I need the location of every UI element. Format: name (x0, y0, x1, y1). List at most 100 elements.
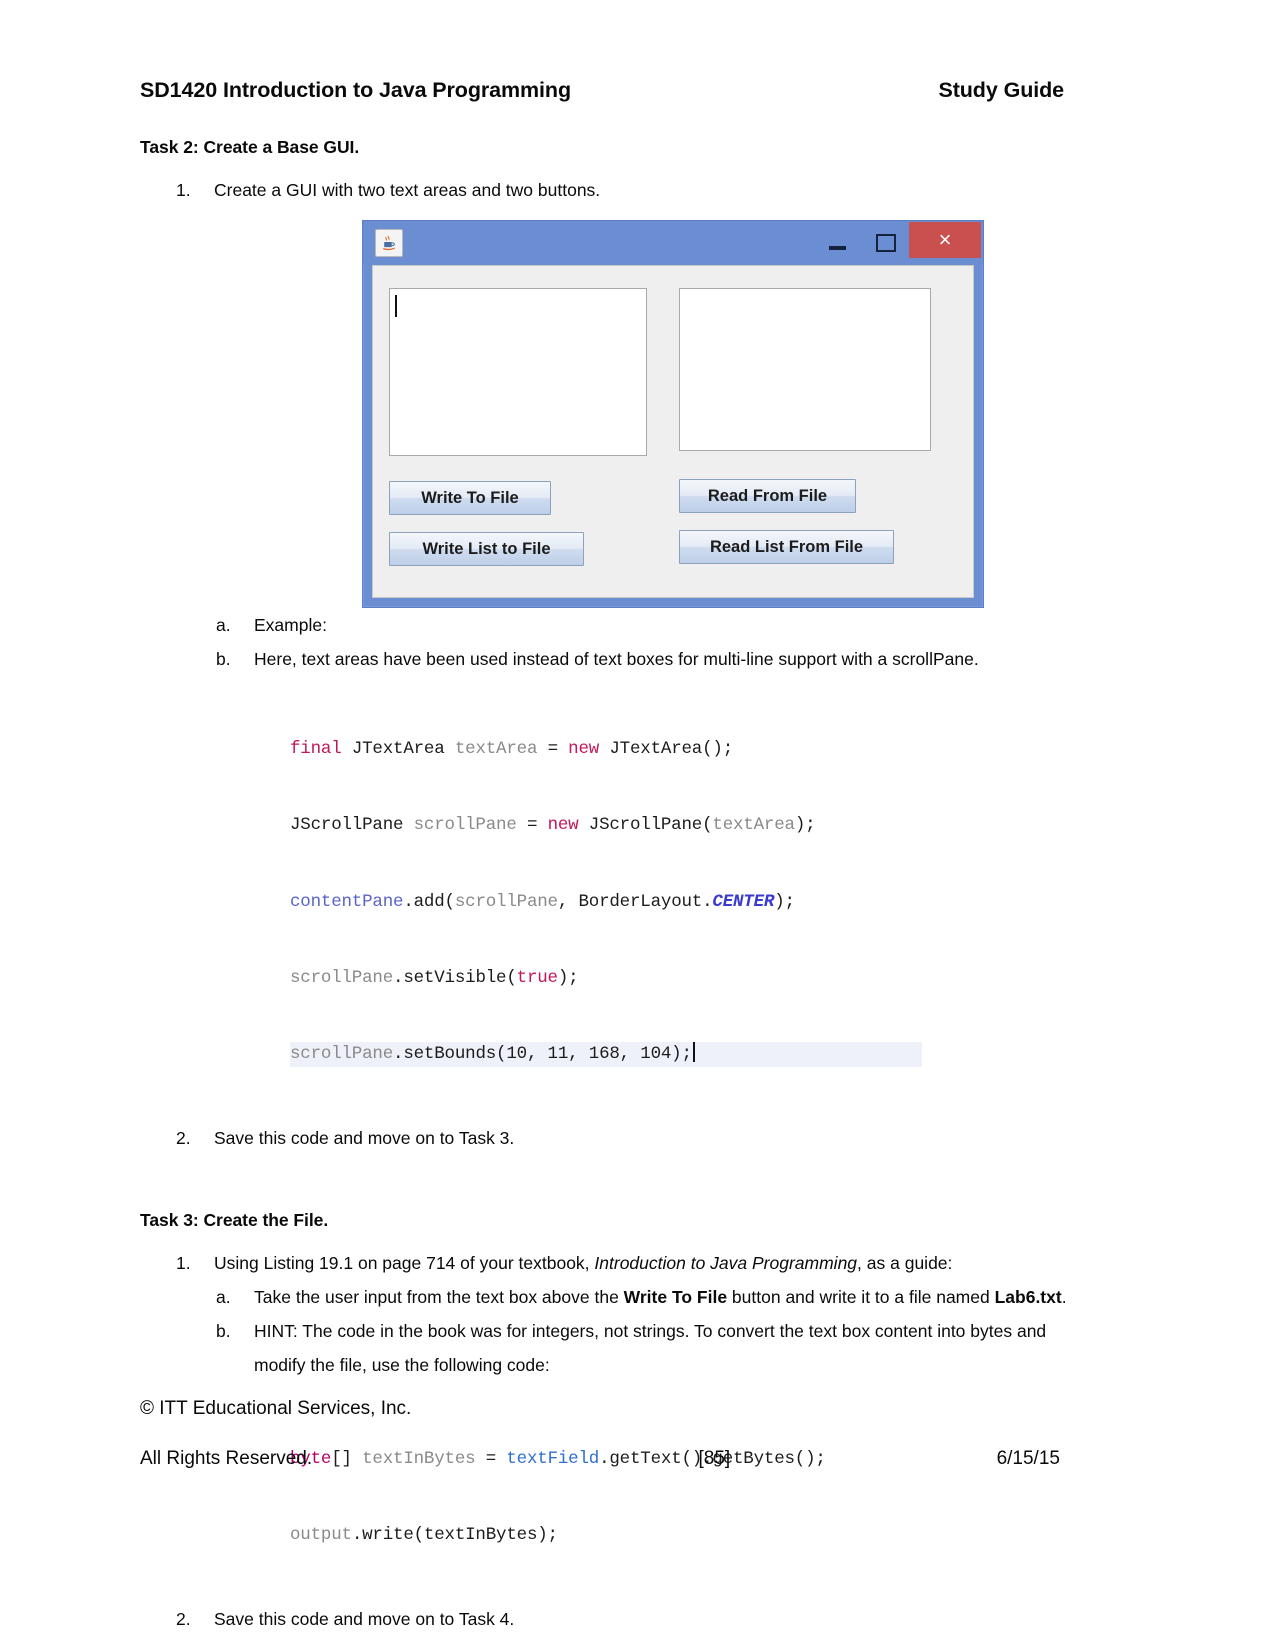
task2-sub-a-text: Example: (254, 615, 327, 636)
code-line-2-mid: JScrollPane( (578, 815, 713, 836)
code-line-4: scrollPane.setVisible(true); (290, 966, 1070, 991)
gui-screenshot-wrapper: × Write To File Write List to File Read … (362, 220, 984, 609)
code-line-5-rest: .setBounds(10, 11, 168, 104); (393, 1043, 692, 1064)
task2-sublist-wrapper: a. Example: b. Here, text areas have bee… (182, 608, 1070, 676)
list-marker: 1. (176, 180, 191, 200)
code-line-3-sep: , BorderLayout. (557, 891, 713, 912)
task3-item-1: 1. Using Listing 19.1 on page 714 of you… (140, 1249, 1070, 1277)
code-var-scrollpane: scrollPane (413, 815, 517, 836)
code-line-3-end: ); (774, 891, 795, 912)
task2-sub-a: a. Example: (182, 608, 1070, 642)
window-titlebar: × (363, 221, 983, 266)
left-text-area[interactable] (389, 288, 647, 457)
task2-list: 1. Create a GUI with two text areas and … (140, 176, 1070, 204)
code-block-scrollpane: final JTextArea textArea = new JTextArea… (290, 687, 1070, 1118)
code-line-3: contentPane.add(scrollPane, BorderLayout… (290, 890, 1070, 915)
code-line-2: JScrollPane scrollPane = new JScrollPane… (290, 813, 1070, 838)
read-list-from-file-button[interactable]: Read List From File (679, 530, 894, 565)
code-operator-eq: = (537, 739, 569, 760)
code-type-jscrollpane: JScrollPane (290, 815, 414, 836)
footer-date: 6/15/15 (996, 1448, 1060, 1469)
textbook-title: Introduction to Java Programming (594, 1253, 858, 1274)
task3-heading: Task 3: Create the File. (140, 1210, 329, 1231)
task3-item-1-pre: Using Listing 19.1 on page 714 of your t… (214, 1253, 595, 1274)
right-text-area[interactable] (679, 288, 931, 452)
document-footer: © ITT Educational Services, Inc. All Rig… (140, 1398, 1070, 1470)
course-title: SD1420 Introduction to Java Programming (140, 78, 571, 102)
code-obj-output: output (290, 1524, 352, 1545)
maximize-icon[interactable] (863, 221, 909, 265)
task2-list-cont: 2. Save this code and move on to Task 3. (140, 1124, 1070, 1152)
task2-item-2: 2. Save this code and move on to Task 3. (140, 1124, 1070, 1152)
write-to-file-button[interactable]: Write To File (389, 481, 551, 516)
code-line-2-end: ); (794, 815, 816, 836)
text-caret (395, 295, 397, 318)
code-line-4-mid: .setVisible( (393, 967, 517, 988)
task3-sub-b-text: HINT: The code in the book was for integ… (254, 1320, 1047, 1375)
list-marker: b. (216, 649, 231, 670)
java-cup-icon (375, 229, 403, 258)
task2-sub-b-text: Here, text areas have been used instead … (254, 649, 979, 670)
code-line-1: final JTextArea textArea = new JTextArea… (290, 737, 1070, 762)
task3-list-cont: 2. Save this code and move on to Task 4. (140, 1605, 1070, 1633)
task3-sub-a-pre: Take the user input from the text box ab… (254, 1286, 624, 1307)
code-obj-contentpane: contentPane (290, 891, 404, 912)
java-swing-window: × Write To File Write List to File Read … (362, 220, 984, 609)
footer-bottom-row: All Rights Reserved. [85] 6/15/15 (140, 1448, 1070, 1470)
code-obj-scrollpane: scrollPane (290, 967, 394, 988)
write-to-file-reference: Write To File (623, 1286, 728, 1307)
document-page: SD1420 Introduction to Java Programming … (0, 0, 1275, 1651)
code-operator-eq: = (516, 815, 548, 836)
code-line-3-mid: .add( (403, 891, 455, 912)
code-line-1-rest: JTextArea(); (599, 739, 734, 760)
code-obj-scrollpane: scrollPane (290, 1043, 394, 1064)
task3-sublist-wrapper: a. Take the user input from the text box… (182, 1280, 1070, 1382)
list-marker: 2. (176, 1127, 191, 1148)
list-marker: a. (216, 615, 231, 636)
document-type: Study Guide (938, 78, 1064, 102)
code2-line-2: output.write(textInBytes); (290, 1523, 1070, 1548)
list-marker: a. (216, 1286, 231, 1307)
code-keyword-new: new (568, 739, 600, 760)
copyright-line: © ITT Educational Services, Inc. (140, 1398, 412, 1419)
code-line-4-end: ); (557, 967, 579, 988)
code-arg-scrollpane: scrollPane (454, 891, 558, 912)
rights-reserved: All Rights Reserved. (140, 1448, 313, 1469)
code-arg-textarea: textArea (712, 815, 795, 836)
task2-sub-b: b. Here, text areas have been used inste… (182, 642, 1070, 676)
task3-sub-a-post: . (1061, 1286, 1067, 1307)
minimize-icon[interactable] (811, 221, 863, 265)
write-list-to-file-button[interactable]: Write List to File (389, 532, 584, 567)
task3-sub-b: b. HINT: The code in the book was for in… (182, 1314, 1070, 1382)
window-controls: × (811, 221, 983, 265)
page-number: [85] (698, 1448, 731, 1469)
close-icon[interactable]: × (909, 222, 981, 259)
task3-sub-a: a. Take the user input from the text box… (182, 1280, 1070, 1314)
task3-sub-a-mid: button and write it to a file named (727, 1286, 995, 1307)
code2-line-2-rest: .write(textInBytes); (351, 1524, 558, 1545)
code-var-textarea: textArea (454, 739, 538, 760)
editor-caret (692, 1041, 695, 1062)
code-bool-true: true (516, 967, 558, 988)
document-header: SD1420 Introduction to Java Programming … (140, 78, 1070, 103)
filename-reference: Lab6.txt (994, 1286, 1062, 1307)
task2-sublist: a. Example: b. Here, text areas have bee… (182, 608, 1070, 676)
task2-item-1: 1. Create a GUI with two text areas and … (140, 176, 1070, 204)
code-keyword-new: new (547, 815, 579, 836)
task2-heading: Task 2: Create a Base GUI. (140, 137, 360, 157)
list-marker: b. (216, 1320, 231, 1341)
task3-item-2-text: Save this code and move on to Task 4. (214, 1609, 515, 1630)
task3-item-2: 2. Save this code and move on to Task 4. (140, 1605, 1070, 1633)
list-marker: 2. (176, 1609, 191, 1630)
code-keyword-final: final (290, 739, 342, 760)
code-line-5-selected: scrollPane.setBounds(10, 11, 168, 104); (290, 1041, 922, 1068)
code-type-jtextarea: JTextArea (341, 739, 455, 760)
task3-sublist: a. Take the user input from the text box… (182, 1280, 1070, 1382)
list-marker: 1. (176, 1253, 191, 1274)
read-from-file-button[interactable]: Read From File (679, 479, 856, 514)
task2-item-2-text: Save this code and move on to Task 3. (214, 1127, 515, 1148)
task3-item-1-post: , as a guide: (857, 1253, 953, 1274)
code-const-center: CENTER (712, 891, 775, 912)
window-client-area: Write To File Write List to File Read Fr… (372, 265, 974, 599)
